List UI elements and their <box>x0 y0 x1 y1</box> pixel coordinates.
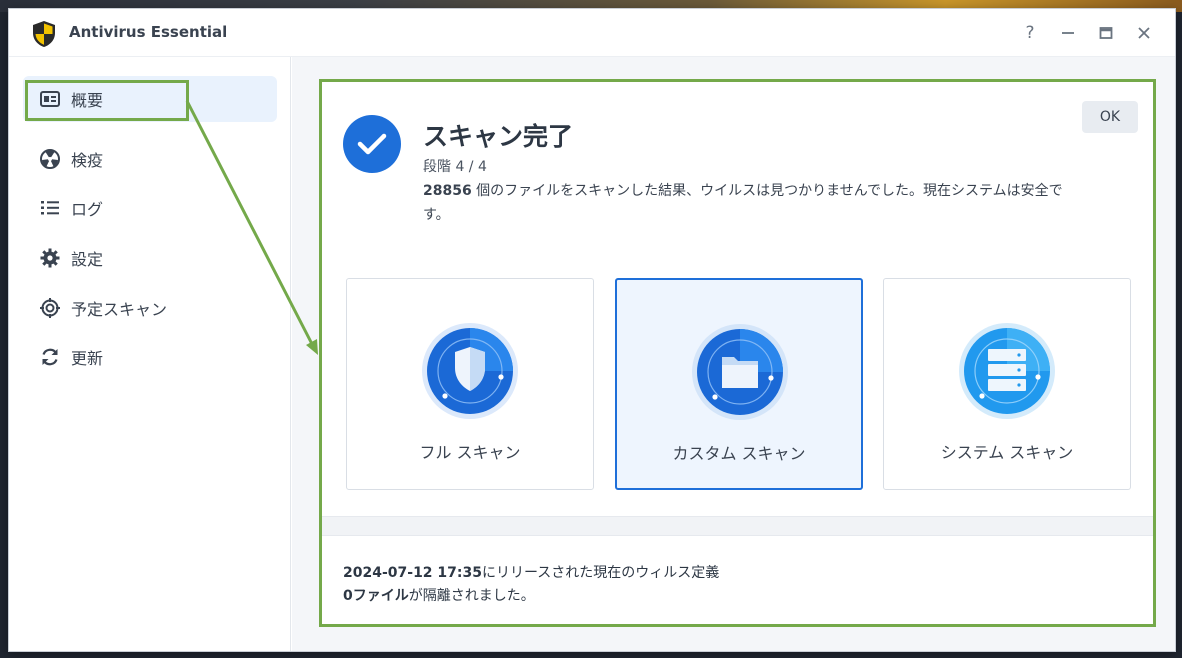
title-bar: Antivirus Essential ? <box>9 9 1175 57</box>
system-scan-card[interactable]: システム スキャン <box>883 278 1131 490</box>
sidebar-item-label: 更新 <box>71 349 104 368</box>
quarantine-count: 0ファイル <box>343 588 409 604</box>
scan-option-label: フル スキャン <box>419 443 521 462</box>
refresh-icon <box>39 346 61 368</box>
sidebar-item-label: 予定スキャン <box>71 300 168 319</box>
check-icon <box>343 115 401 173</box>
close-icon <box>1138 27 1150 39</box>
sidebar-item-log[interactable]: ログ <box>23 185 277 231</box>
scan-result-panel: スキャン完了 段階 4 / 4 28856 個のファイルをスキャンした結果、ウイ… <box>319 79 1156 627</box>
sidebar-item-quarantine[interactable]: 検疫 <box>23 136 277 182</box>
scan-result-message: 28856 個のファイルをスキャンした結果、ウイルスは見つかりませんでした。現在… <box>423 179 1083 227</box>
shield-icon <box>422 323 518 419</box>
quarantine-text: が隔離されました。 <box>408 588 535 604</box>
sidebar-item-label: 概要 <box>71 91 104 110</box>
sidebar-item-label: 検疫 <box>71 151 104 170</box>
sidebar: 概要 検疫 ログ 設定 予定スキャン 更新 <box>9 57 291 651</box>
sidebar-item-label: 設定 <box>71 250 104 269</box>
antivirus-logo-icon <box>33 21 55 47</box>
quarantine-icon <box>39 148 61 170</box>
minimize-icon <box>1062 32 1074 34</box>
gear-icon <box>39 247 61 269</box>
server-icon <box>959 323 1055 419</box>
definition-release-text: にリリースされた現在のウィルス定義 <box>482 565 720 581</box>
definition-release-line: 2024-07-12 17:35にリリースされた現在のウィルス定義 <box>343 562 719 585</box>
definition-info: 2024-07-12 17:35にリリースされた現在のウィルス定義 0ファイルが… <box>343 562 719 608</box>
app-window: Antivirus Essential ? 概要 検疫 ログ 設定 予定スキャン… <box>8 8 1176 652</box>
folder-icon <box>692 324 788 420</box>
custom-scan-card[interactable]: カスタム スキャン <box>615 278 863 490</box>
stage-indicator: 段階 4 / 4 <box>423 159 487 175</box>
scan-option-label: システム スキャン <box>940 443 1074 462</box>
sidebar-item-label: ログ <box>71 200 104 219</box>
sidebar-item-scheduled-scan[interactable]: 予定スキャン <box>23 285 277 331</box>
overview-icon <box>39 88 61 110</box>
definition-release-datetime: 2024-07-12 17:35 <box>343 565 482 581</box>
scan-complete-title: スキャン完了 <box>423 122 574 151</box>
app-title: Antivirus Essential <box>69 23 228 41</box>
result-message-text: 個のファイルをスキャンした結果、ウイルスは見つかりませんでした。現在システムは安… <box>423 183 1063 223</box>
sidebar-item-settings[interactable]: 設定 <box>23 235 277 281</box>
log-list-icon <box>39 197 61 219</box>
scan-option-label: カスタム スキャン <box>672 444 806 463</box>
minimize-button[interactable] <box>1055 21 1081 45</box>
ok-button[interactable]: OK <box>1082 101 1138 133</box>
target-icon <box>39 297 61 319</box>
sidebar-item-update[interactable]: 更新 <box>23 334 277 380</box>
quarantine-count-line: 0ファイルが隔離されました。 <box>343 585 719 608</box>
help-icon: ? <box>1025 23 1035 43</box>
sidebar-item-overview[interactable]: 概要 <box>23 76 277 122</box>
full-scan-card[interactable]: フル スキャン <box>346 278 594 490</box>
file-count: 28856 <box>423 183 472 199</box>
section-divider <box>322 516 1153 536</box>
maximize-button[interactable] <box>1093 21 1119 45</box>
close-button[interactable] <box>1131 21 1157 45</box>
help-button[interactable]: ? <box>1017 21 1043 45</box>
main-content: スキャン完了 段階 4 / 4 28856 個のファイルをスキャンした結果、ウイ… <box>292 57 1175 651</box>
maximize-icon <box>1099 27 1113 39</box>
